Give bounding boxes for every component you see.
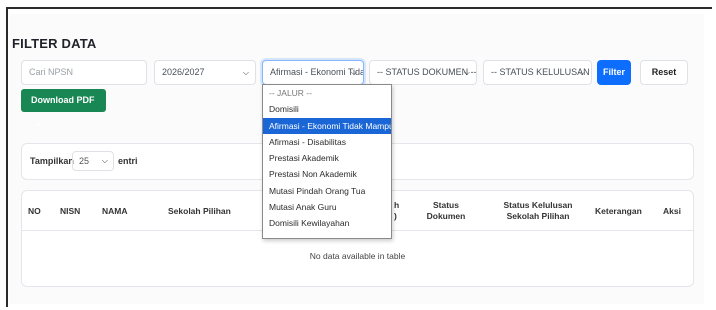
jalur-option[interactable]: Afirmasi - Ekonomi Tidak Mampu <box>263 117 391 134</box>
jalur-option[interactable]: Prestasi Non Akademik <box>263 166 391 182</box>
jalur-option[interactable]: Prestasi Akademik <box>263 150 391 166</box>
col-partial-bottom: ) <box>394 211 397 221</box>
year-select[interactable]: 2026/2027 ⌵ <box>154 60 256 85</box>
npsn-placeholder: Cari NPSN <box>29 67 74 77</box>
entries-suffix: entri <box>118 156 138 166</box>
reset-button[interactable]: Reset <box>640 60 688 85</box>
status-dokumen-select[interactable]: -- STATUS DOKUMEN -- ⌵ <box>369 60 477 85</box>
jalur-value: Afirmasi - Ekonomi Tida <box>270 67 364 77</box>
col-nama[interactable]: NAMA <box>102 206 128 217</box>
filter-button[interactable]: Filter <box>597 60 631 85</box>
jalur-dropdown-list[interactable]: -- JALUR -- Domisili Afirmasi - Ekonomi Ti… <box>262 84 392 239</box>
download-pdf-button[interactable]: Download PDF ⌄ <box>21 89 106 128</box>
status-kelulusan-select[interactable]: -- STATUS KELULUSAN -- ⌵ <box>483 60 592 85</box>
jalur-option[interactable]: Domisili <box>263 101 391 117</box>
jalur-option[interactable]: -- JALUR -- <box>263 85 391 101</box>
download-pdf-label: Download PDF <box>31 95 95 105</box>
empty-table-message: No data available in table <box>309 251 406 261</box>
col-nisn[interactable]: NISN <box>60 206 80 217</box>
entries-select[interactable]: 25 ⌵ <box>72 151 114 171</box>
col-keterangan[interactable]: Keterangan <box>595 206 642 217</box>
chevron-down-icon: ⌵ <box>101 156 108 165</box>
npsn-search-input[interactable]: Cari NPSN <box>21 60 147 85</box>
jalur-option[interactable]: Domisili Kewilayahan <box>263 215 391 231</box>
status-kelulusan-value: -- STATUS KELULUSAN -- <box>491 67 592 77</box>
chevron-down-icon: ⌄ <box>35 119 42 128</box>
entries-value: 25 <box>79 156 90 166</box>
page-title: FILTER DATA <box>12 36 97 51</box>
jalur-option[interactable]: Mutasi Pindah Orang Tua <box>263 183 391 199</box>
col-status-dokumen[interactable]: Status Dokumen <box>426 200 466 222</box>
col-aksi[interactable]: Aksi <box>663 206 681 217</box>
chevron-down-icon: ⌵ <box>242 68 249 77</box>
status-dokumen-value: -- STATUS DOKUMEN -- <box>377 67 477 77</box>
chevron-down-icon: ⌵ <box>350 68 357 77</box>
col-no[interactable]: NO <box>28 206 41 217</box>
col-partial-top: h <box>394 200 400 210</box>
jalur-option[interactable]: Mutasi Anak Guru <box>263 199 391 215</box>
year-value: 2026/2027 <box>162 67 205 77</box>
col-sekolah-pilihan[interactable]: Sekolah Pilihan <box>168 206 231 217</box>
show-label: Tampilkan <box>30 156 74 166</box>
chevron-down-icon: ⌵ <box>578 68 585 77</box>
jalur-option[interactable]: Afirmasi - Disabilitas <box>263 134 391 150</box>
col-status-kelulusan[interactable]: Status Kelulusan Sekolah Pilihan <box>498 200 578 222</box>
chevron-down-icon: ⌵ <box>463 68 470 77</box>
jalur-select[interactable]: Afirmasi - Ekonomi Tida ⌵ <box>262 60 364 85</box>
